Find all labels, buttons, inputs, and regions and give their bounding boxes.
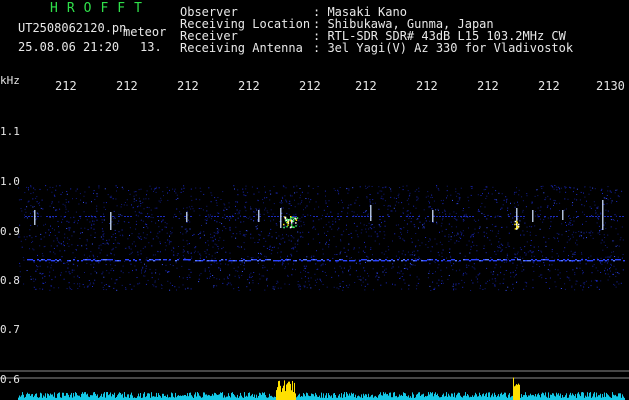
file-name: UT2508062120.pn <box>18 21 127 35</box>
timestamp: 25.08.06 21:20 <box>18 40 120 54</box>
meteor-echo <box>34 210 36 225</box>
meteor-echo <box>110 212 112 230</box>
spectrogram-plot <box>0 185 629 400</box>
x-tick-label: 212 <box>299 79 321 93</box>
x-tick-label: 212 <box>538 79 560 93</box>
y-tick-label: 1.1 <box>0 125 20 138</box>
y-tick-label: 0.6 <box>0 373 20 386</box>
meteor-echo <box>432 210 434 222</box>
x-tick-label: 212 <box>177 79 199 93</box>
meteor-count: 13. <box>140 40 162 54</box>
meteor-echo <box>602 200 604 230</box>
y-tick-label: 0.7 <box>0 323 20 336</box>
noise-field <box>18 185 625 291</box>
x-tick-label: 212 <box>116 79 138 93</box>
y-axis-unit: kHz <box>0 74 20 87</box>
x-tick-label: 2130 <box>596 79 625 93</box>
meteor-echo <box>186 212 188 222</box>
reference-lines <box>0 370 629 379</box>
meteor-echoes <box>34 200 604 230</box>
meteor-echo <box>258 210 260 222</box>
app-brand: HROFFT <box>50 1 151 16</box>
x-tick-label: 212 <box>355 79 377 93</box>
x-tick-label: 212 <box>477 79 499 93</box>
y-tick-label: 0.9 <box>0 225 20 238</box>
meteor-echo <box>280 208 282 228</box>
x-tick-label: 212 <box>55 79 77 93</box>
antenna-value: : 3el Yagi(V) Az 330 for Vladivostok <box>313 41 574 55</box>
meteor-echo <box>562 210 564 220</box>
meteor-echo <box>370 205 372 221</box>
detection-mode: meteor <box>123 25 167 39</box>
x-tick-label: 212 <box>238 79 260 93</box>
antenna-label: Receiving Antenna <box>180 41 303 55</box>
y-tick-label: 0.8 <box>0 274 20 287</box>
y-tick-label: 1.0 <box>0 175 20 188</box>
signal-strength-meter <box>18 377 625 400</box>
x-tick-label: 212 <box>416 79 438 93</box>
meteor-echo <box>532 210 534 222</box>
